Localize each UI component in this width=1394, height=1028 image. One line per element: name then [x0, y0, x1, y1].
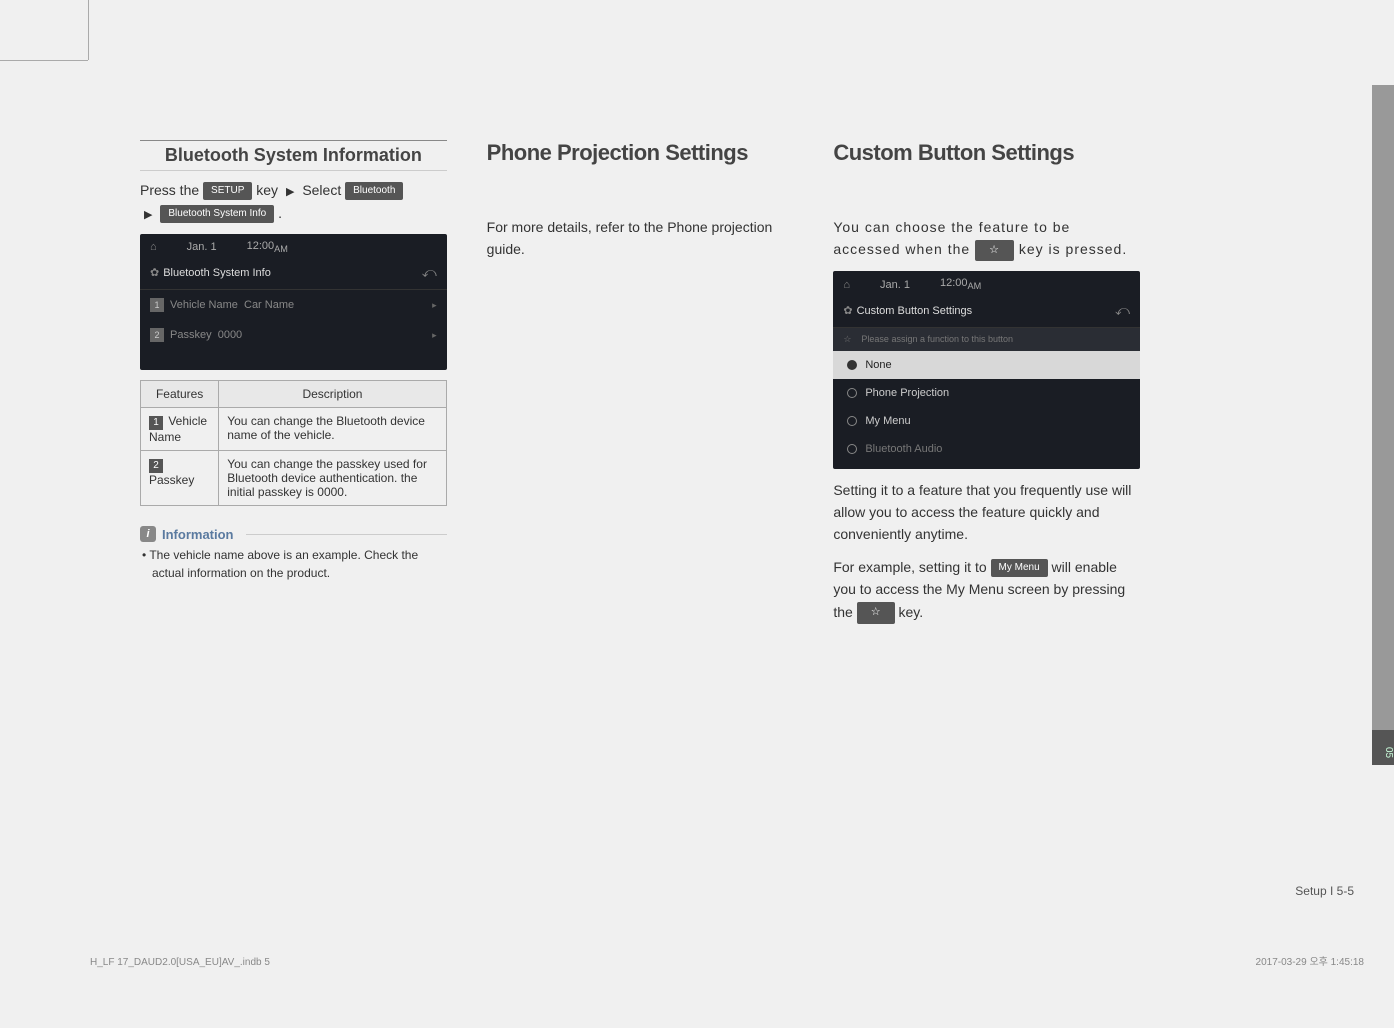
option-none-label: None — [865, 359, 891, 371]
period: . — [278, 205, 282, 221]
feature-vehicle-name: 1 Vehicle Name — [141, 408, 219, 451]
option-my-menu: My Menu — [833, 407, 1140, 435]
screenshot-title: Bluetooth System Info — [163, 267, 271, 279]
column-custom-button: Custom Button Settings You can choose th… — [833, 140, 1140, 634]
bt-system-info-key: Bluetooth System Info — [160, 205, 274, 223]
option-bluetooth-audio: Bluetooth Audio — [833, 435, 1140, 463]
vehicle-name-label: Vehicle Name — [170, 299, 238, 311]
chevron-right-icon: ▸ — [432, 300, 437, 311]
status-bar: ⌂ Jan. 1 12:00AM — [833, 271, 1140, 297]
my-menu-key: My Menu — [991, 559, 1048, 577]
passkey-label: Passkey — [170, 329, 212, 341]
column-bluetooth: Bluetooth System Information Press the S… — [140, 140, 447, 634]
custom-button-title: Custom Button Settings — [833, 140, 1140, 166]
home-icon: ⌂ — [150, 241, 157, 253]
option-bluetooth-audio-label: Bluetooth Audio — [865, 443, 942, 455]
vehicle-name-value: Car Name — [244, 299, 294, 311]
badge-2: 2 — [149, 459, 163, 473]
features-header: Features — [141, 381, 219, 408]
passkey-value: 0000 — [218, 329, 242, 341]
prompt-row: ☆ Please assign a function to this butto… — [833, 328, 1140, 351]
desc-passkey: You can change the passkey used for Blue… — [219, 451, 446, 506]
screenshot-title: Custom Button Settings — [857, 305, 973, 317]
screenshot-title-row: ✿ Custom Button Settings ⤺ — [833, 298, 1140, 328]
back-icon: ⤺ — [422, 264, 437, 281]
custom-button-body2: Setting it to a feature that you frequen… — [833, 479, 1140, 546]
file-info: H_LF 17_DAUD2.0[USA_EU]AV_.indb 5 — [90, 957, 270, 968]
body3-a: For example, setting it to — [833, 559, 990, 575]
features-table: Features Description 1 Vehicle Name You … — [140, 380, 447, 506]
passkey-row: 2 Passkey 0000 ▸ — [140, 320, 447, 350]
body3-c: key. — [898, 604, 923, 620]
bluetooth-section-title: Bluetooth System Information — [140, 140, 447, 171]
gear-icon: ✿ — [150, 267, 159, 279]
radio-icon — [847, 388, 857, 398]
vehicle-name-row: 1 Vehicle Name Car Name ▸ — [140, 290, 447, 320]
option-my-menu-label: My Menu — [865, 415, 910, 427]
phone-projection-title: Phone Projection Settings — [487, 140, 794, 166]
star-icon: ☆ — [843, 334, 851, 345]
crop-mark-vertical — [88, 0, 89, 60]
side-tab-background — [1372, 85, 1394, 765]
side-tab-chapter: 05 — [1372, 730, 1394, 765]
prompt-text: Please assign a function to this button — [861, 334, 1013, 344]
page-content: Bluetooth System Information Press the S… — [140, 140, 1140, 634]
description-header: Description — [219, 381, 446, 408]
gear-icon: ✿ — [843, 305, 852, 317]
information-bullet: • The vehicle name above is an example. … — [140, 546, 447, 582]
badge-1: 1 — [149, 416, 163, 430]
badge-2: 2 — [150, 328, 164, 342]
custom-button-intro: You can choose the feature to be accesse… — [833, 216, 1140, 261]
desc-vehicle-name: You can change the Bluetooth device name… — [219, 408, 446, 451]
table-header-row: Features Description — [141, 381, 447, 408]
crop-mark-horizontal — [0, 60, 88, 61]
back-icon: ⤺ — [1115, 302, 1130, 319]
radio-icon — [847, 444, 857, 454]
custom-button-screenshot: ⌂ Jan. 1 12:00AM ✿ Custom Button Settings… — [833, 271, 1140, 468]
arrow-icon: ▶ — [144, 207, 152, 225]
information-label: Information — [162, 527, 234, 542]
star-key: ☆ — [975, 240, 1014, 262]
arrow-icon: ▶ — [286, 184, 294, 202]
radio-selected-icon — [847, 360, 857, 370]
screenshot-title-row: ✿ Bluetooth System Info ⤺ — [140, 260, 447, 290]
column-phone-projection: Phone Projection Settings For more detai… — [487, 140, 794, 634]
option-phone-projection-label: Phone Projection — [865, 387, 949, 399]
table-row: 1 Vehicle Name You can change the Blueto… — [141, 408, 447, 451]
page-reference: Setup I 5-5 — [1295, 884, 1354, 898]
radio-icon — [847, 416, 857, 426]
status-time: 12:00AM — [247, 240, 288, 254]
phone-projection-body: For more details, refer to the Phone pro… — [487, 216, 794, 261]
status-bar: ⌂ Jan. 1 12:00AM — [140, 234, 447, 260]
bluetooth-instructions: Press the SETUP key ▶ Select Bluetooth ▶… — [140, 179, 447, 224]
option-none: None — [833, 351, 1140, 379]
setup-key: SETUP — [203, 182, 252, 200]
chevron-right-icon: ▸ — [432, 330, 437, 341]
bluetooth-key: Bluetooth — [345, 182, 403, 200]
star-key: ☆ — [857, 602, 895, 624]
feature-passkey: 2 Passkey — [141, 451, 219, 506]
info-icon: i — [140, 526, 156, 542]
home-icon: ⌂ — [843, 279, 850, 291]
bluetooth-screenshot: ⌂ Jan. 1 12:00AM ✿ Bluetooth System Info … — [140, 234, 447, 370]
badge-1: 1 — [150, 298, 164, 312]
status-date: Jan. 1 — [187, 241, 217, 253]
select-text: Select — [302, 182, 345, 198]
option-phone-projection: Phone Projection — [833, 379, 1140, 407]
intro-text-b: key is pressed. — [1019, 241, 1127, 257]
custom-button-body3: For example, setting it to My Menu will … — [833, 556, 1140, 624]
information-header: i Information — [140, 526, 447, 542]
timestamp: 2017-03-29 오후 1:45:18 — [1256, 953, 1364, 968]
status-time: 12:00AM — [940, 277, 981, 291]
press-text: Press the — [140, 182, 203, 198]
key-text: key — [256, 182, 282, 198]
status-date: Jan. 1 — [880, 279, 910, 291]
table-row: 2 Passkey You can change the passkey use… — [141, 451, 447, 506]
